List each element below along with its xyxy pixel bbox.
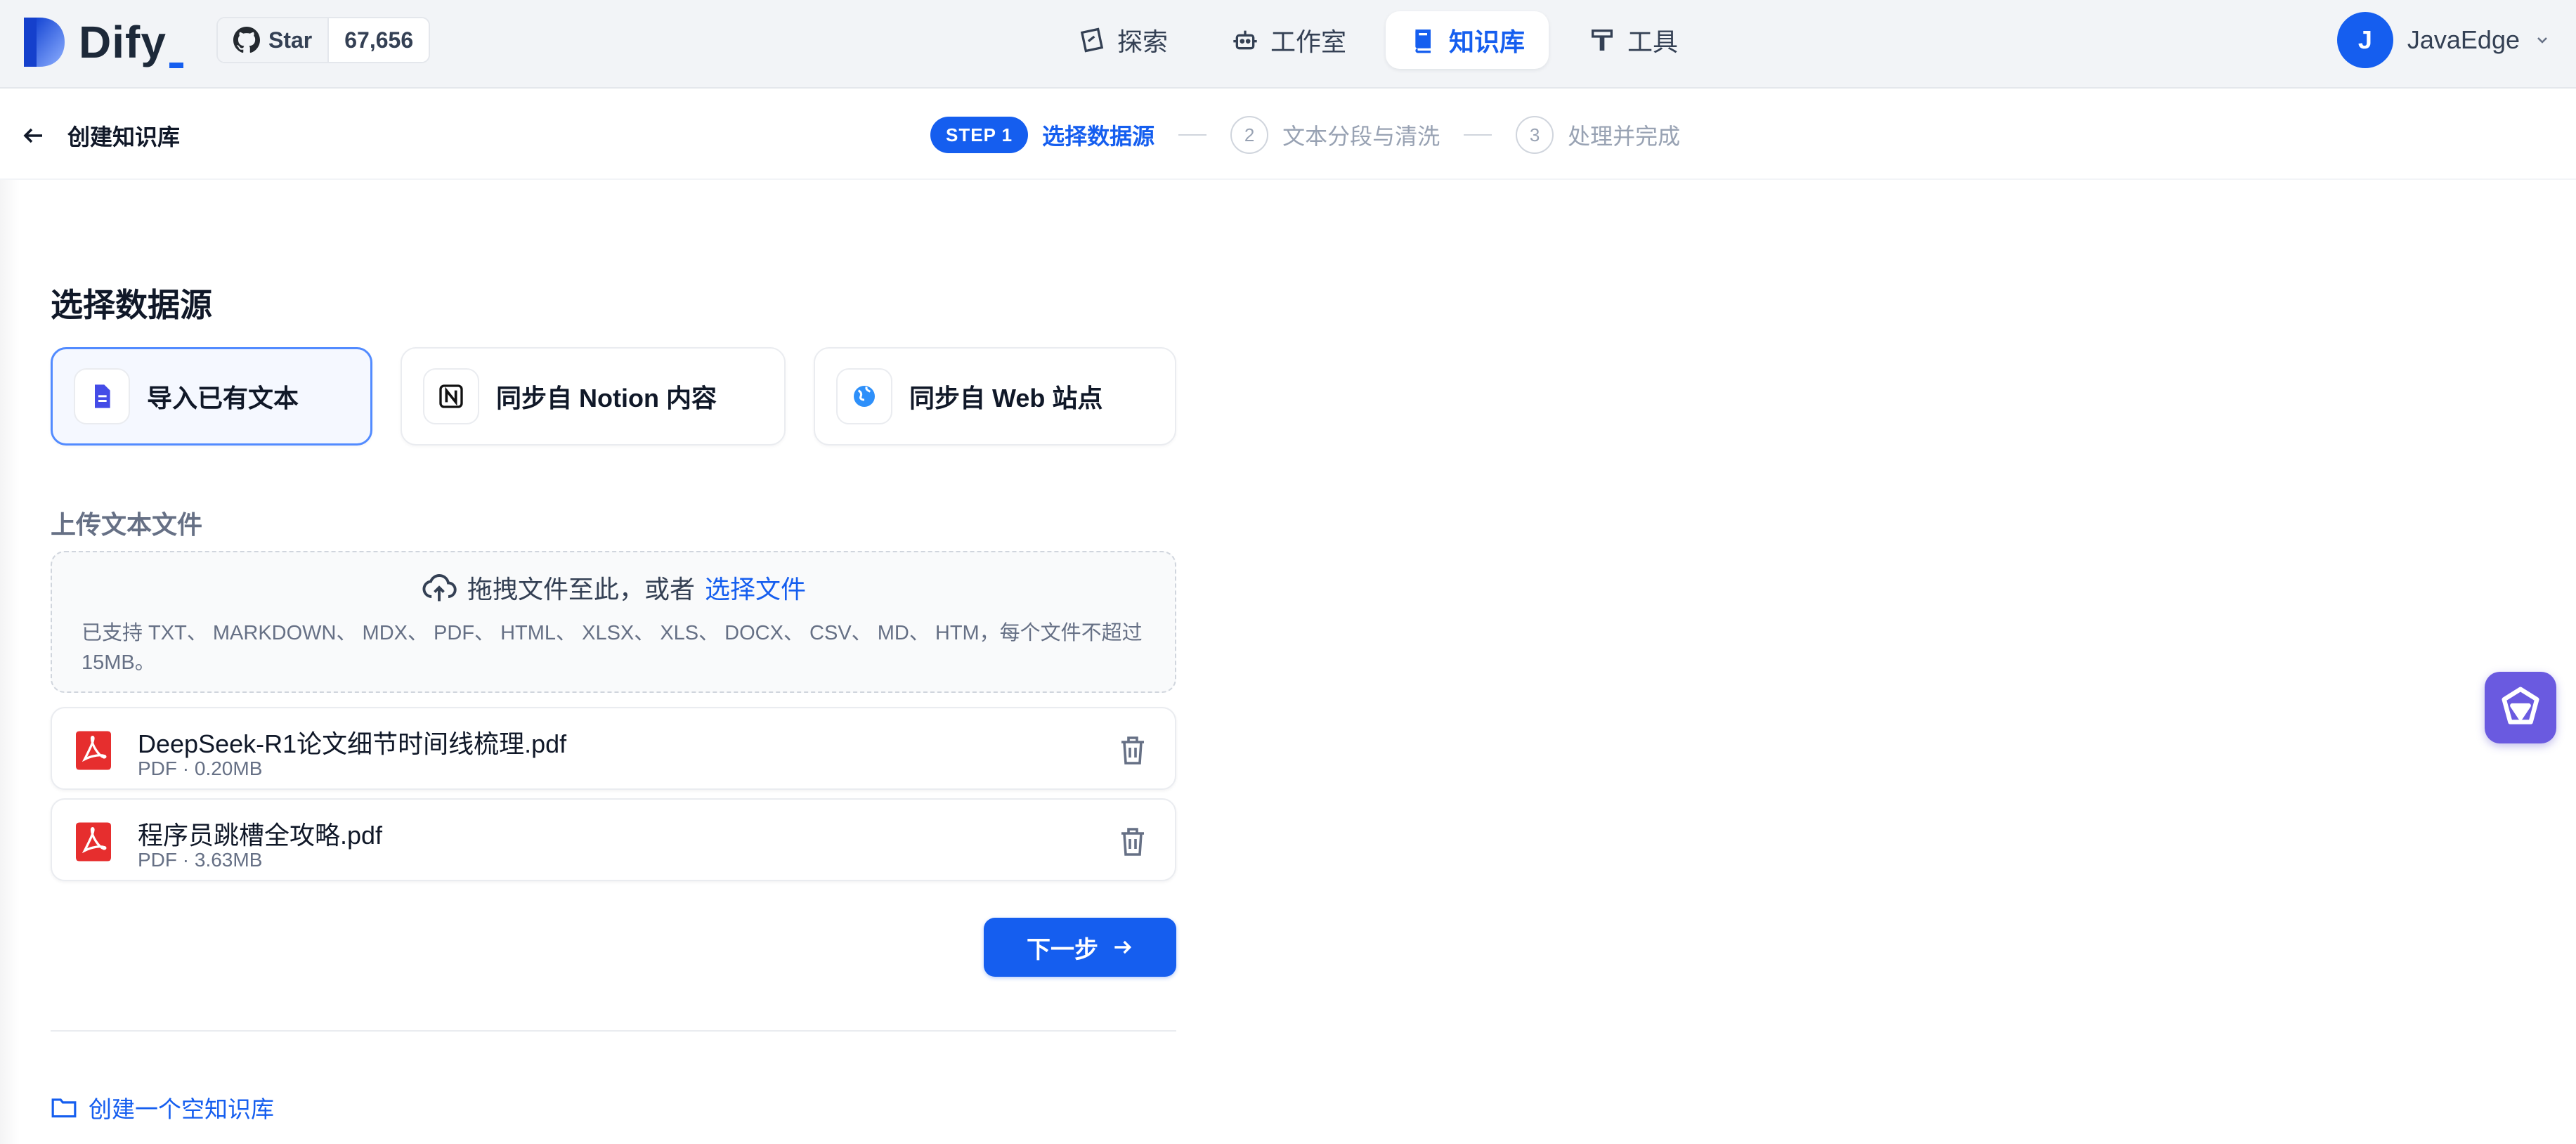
- hammer-icon: [1592, 30, 1613, 51]
- step-badge: STEP 1: [930, 117, 1029, 153]
- stepper: STEP 1 选择数据源 2 文本分段与清洗 3 处理并完成: [930, 115, 1680, 155]
- back-button[interactable]: 创建知识库: [21, 119, 180, 152]
- step-1-label: 选择数据源: [1042, 124, 1155, 149]
- compass-icon: [1080, 27, 1104, 53]
- file-dropzone[interactable]: 拖拽文件至此，或者 选择文件 已支持 TXT、 MARKDOWN、 MDX、 P…: [51, 551, 1176, 693]
- source-web[interactable]: 同步自 Web 站点: [814, 347, 1176, 446]
- upload-title: 上传文本文件: [51, 510, 203, 539]
- github-icon: [233, 27, 260, 53]
- pdf-icon: [76, 822, 111, 862]
- user-menu[interactable]: J JavaEdge: [2336, 11, 2551, 69]
- nav-item-label: 工具: [1627, 27, 1679, 56]
- nav-item-knowledge[interactable]: 知识库: [1386, 11, 1549, 69]
- create-empty-knowledge-link[interactable]: 创建一个空知识库: [51, 1091, 274, 1124]
- nav-item-tools[interactable]: 工具: [1564, 11, 1702, 69]
- github-star-widget[interactable]: Star 67,656: [216, 17, 431, 63]
- folder-icon: [51, 1098, 77, 1118]
- data-source-options: 导入已有文本 同步自 Notion 内容 同步自 Web 站点: [51, 347, 1176, 446]
- left-edge-shade: [0, 180, 20, 1144]
- page-title: 创建知识库: [67, 124, 181, 150]
- cloud-upload-icon: [422, 574, 457, 602]
- dropzone-text: 拖拽文件至此，或者: [467, 575, 695, 604]
- nav-item-label: 工作室: [1270, 27, 1347, 56]
- trash-icon[interactable]: [1119, 735, 1147, 766]
- dropzone-main: 拖拽文件至此，或者 选择文件: [52, 569, 1175, 606]
- file-name: DeepSeek-R1论文细节时间线梳理.pdf: [138, 729, 567, 758]
- file-item: 程序员跳槽全攻略.pdf PDF · 3.63MB: [51, 798, 1176, 881]
- top-nav: Dify Star 67,656 探索 工作室 知识库 工具 J JavaEdg…: [0, 0, 2576, 89]
- src-icon-wrap: [423, 368, 479, 424]
- page: Dify Star 67,656 探索 工作室 知识库 工具 J JavaEdg…: [0, 0, 2576, 1144]
- pdf-icon: [76, 731, 111, 770]
- src-icon-wrap: [836, 368, 892, 424]
- notion-icon: [439, 384, 463, 408]
- document-icon: [95, 384, 110, 408]
- source-notion[interactable]: 同步自 Notion 内容: [401, 347, 786, 446]
- source-label: 同步自 Web 站点: [909, 384, 1103, 412]
- next-step-label: 下一步: [1027, 936, 1098, 963]
- step-separator: [1178, 134, 1207, 136]
- assistant-float-button[interactable]: [2485, 672, 2556, 743]
- step-2-label: 文本分段与清洗: [1282, 124, 1440, 149]
- dropzone-hint: 已支持 TXT、 MARKDOWN、 MDX、 PDF、 HTML、 XLSX、…: [82, 622, 1143, 674]
- next-step-button[interactable]: 下一步: [984, 918, 1176, 977]
- step-3-number: 3: [1516, 116, 1554, 154]
- src-icon-wrap: [74, 368, 130, 424]
- github-star-label: Star: [268, 27, 313, 53]
- create-empty-knowledge-label: 创建一个空知识库: [89, 1096, 274, 1122]
- arrow-right-icon: [1114, 940, 1132, 954]
- username: JavaEdge: [2407, 25, 2520, 54]
- file-item: DeepSeek-R1论文细节时间线梳理.pdf PDF · 0.20MB: [51, 707, 1176, 790]
- github-star-button[interactable]: Star: [218, 18, 330, 62]
- file-meta: PDF · 0.20MB: [138, 758, 263, 779]
- robot-icon: [1233, 30, 1257, 50]
- section-title: 选择数据源: [51, 287, 212, 323]
- nav-item-label: 探索: [1117, 27, 1169, 56]
- file-name: 程序员跳槽全攻略.pdf: [138, 821, 383, 850]
- step-3-label: 处理并完成: [1568, 124, 1681, 149]
- trash-icon[interactable]: [1119, 826, 1147, 857]
- dify-logo[interactable]: Dify: [21, 14, 183, 70]
- chevron-down-icon: [2537, 37, 2547, 44]
- arrow-left-icon: [23, 128, 42, 143]
- globe-icon: [854, 386, 875, 407]
- source-label: 同步自 Notion 内容: [496, 384, 717, 412]
- github-star-count: 67,656: [329, 18, 429, 62]
- divider: [51, 1030, 1176, 1032]
- book-icon: [1415, 30, 1431, 53]
- step-2-number: 2: [1230, 116, 1269, 154]
- app-name: Dify: [79, 16, 183, 68]
- assistant-icon: [2502, 687, 2539, 724]
- choose-file-link[interactable]: 选择文件: [705, 569, 806, 606]
- source-import-text[interactable]: 导入已有文本: [51, 347, 372, 446]
- nav-item-explore[interactable]: 探索: [1054, 11, 1192, 69]
- nav-item-studio[interactable]: 工作室: [1207, 11, 1370, 69]
- main-nav: 探索 工作室 知识库 工具: [1054, 11, 1702, 69]
- step-separator: [1464, 134, 1492, 136]
- dify-logo-icon: [24, 18, 65, 67]
- avatar[interactable]: J: [2336, 12, 2393, 68]
- nav-item-label: 知识库: [1449, 27, 1526, 56]
- source-label: 导入已有文本: [147, 384, 299, 412]
- file-meta: PDF · 3.63MB: [138, 849, 263, 871]
- step-bar: 创建知识库 STEP 1 选择数据源 2 文本分段与清洗 3 处理并完成: [0, 90, 2576, 180]
